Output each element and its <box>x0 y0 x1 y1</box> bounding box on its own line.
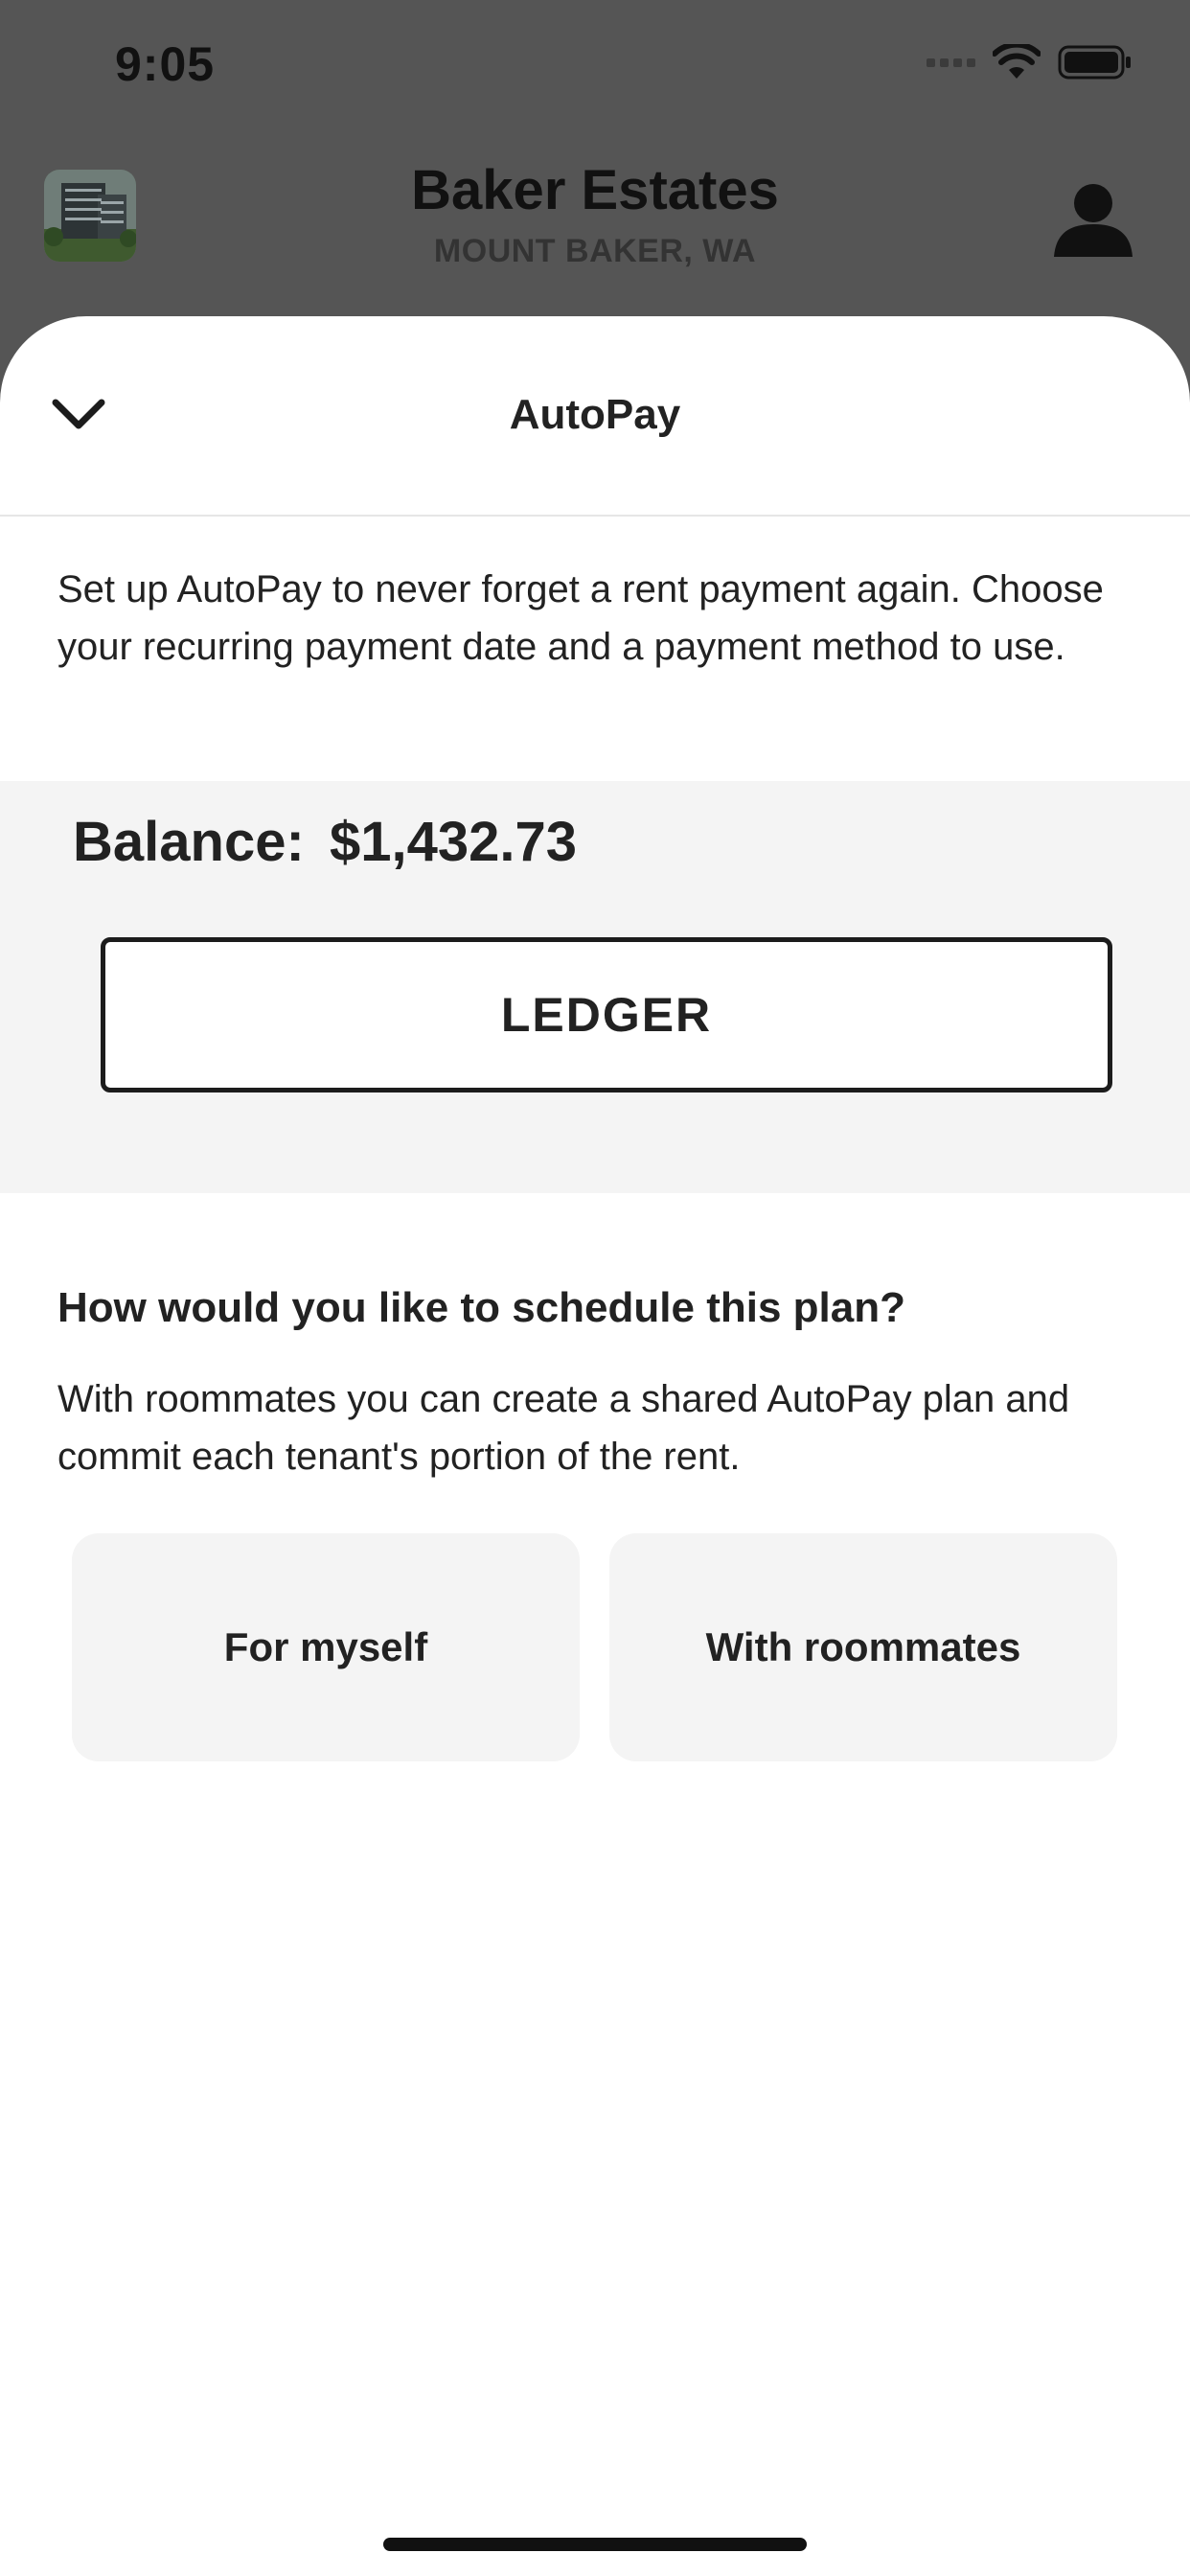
property-name: Baker Estates <box>411 159 779 221</box>
home-indicator[interactable] <box>383 2538 807 2551</box>
schedule-description: With roommates you can create a shared A… <box>57 1378 1070 1478</box>
property-location: MOUNT BAKER, WA <box>433 233 757 269</box>
option-for-myself[interactable]: For myself <box>72 1533 580 1761</box>
cellular-signal-icon <box>927 58 975 67</box>
autopay-intro-text: Set up AutoPay to never forget a rent pa… <box>57 568 1104 668</box>
status-bar: 9:05 <box>0 0 1190 134</box>
status-time: 9:05 <box>115 37 216 91</box>
schedule-question: How would you like to schedule this plan… <box>57 1284 905 1331</box>
option-with-roommates[interactable]: With roommates <box>609 1533 1117 1761</box>
property-header: Baker Estates MOUNT BAKER, WA <box>0 158 1190 283</box>
profile-icon[interactable] <box>1052 182 1134 259</box>
autopay-sheet: AutoPay Set up AutoPay to never forget a… <box>0 316 1190 2576</box>
balance-amount: $1,432.73 <box>330 811 578 873</box>
ledger-button[interactable]: LEDGER <box>101 937 1112 1092</box>
battery-icon <box>1058 45 1131 80</box>
status-icons <box>927 44 1133 80</box>
balance-label: Balance: <box>73 811 305 873</box>
balance-panel: Balance: $1,432.73 LEDGER <box>0 781 1190 1193</box>
sheet-header: AutoPay <box>0 316 1190 517</box>
wifi-icon <box>993 44 1041 79</box>
sheet-title: AutoPay <box>509 391 681 438</box>
